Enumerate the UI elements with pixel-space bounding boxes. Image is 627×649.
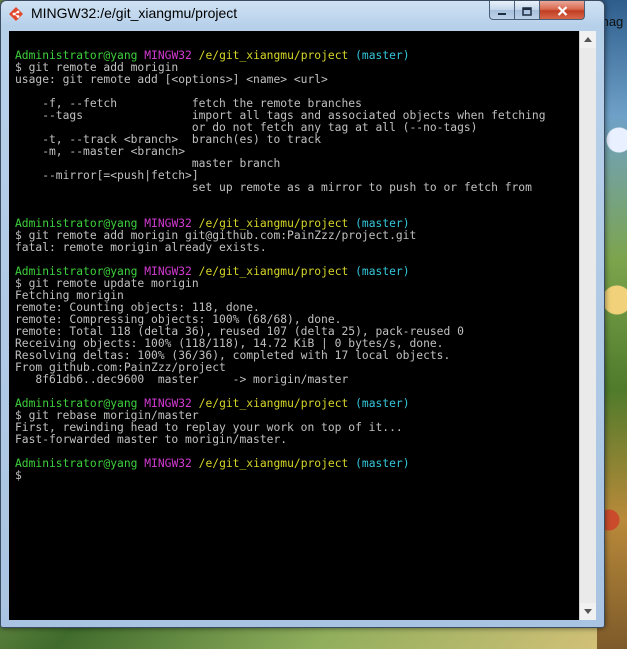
prompt-path: /e/git_xiangmu/project: [198, 49, 349, 62]
terminal-output[interactable]: Administrator@yang MINGW32 /e/git_xiangm…: [9, 31, 579, 620]
window-title: MINGW32:/e/git_xiangmu/project: [31, 5, 238, 21]
terminal-lines: Administrator@yang MINGW32 /e/git_xiangm…: [15, 38, 546, 482]
terminal-output-line: Fast-forwarded master to morigin/master.: [15, 433, 288, 446]
terminal-output-line: fatal: remote morigin already exists.: [15, 241, 267, 254]
minimize-icon: [497, 1, 507, 20]
minimize-button[interactable]: [489, 1, 515, 20]
scroll-up-button[interactable]: [580, 31, 596, 48]
terminal-prompt-line: Administrator@yang MINGW32 /e/git_xiangm…: [15, 458, 546, 470]
prompt-branch: (master): [355, 265, 410, 278]
maximize-icon: [522, 1, 532, 20]
chevron-up-icon: [584, 35, 592, 44]
prompt-path: /e/git_xiangmu/project: [198, 397, 349, 410]
terminal-output-line: usage: git remote add [<options>] <name>…: [15, 73, 328, 86]
window-controls: [489, 1, 585, 21]
prompt-branch: (master): [355, 457, 410, 470]
close-icon: [557, 1, 568, 20]
close-button[interactable]: [540, 1, 585, 20]
maximize-button[interactable]: [515, 1, 540, 20]
prompt-system: MINGW32: [144, 457, 192, 470]
terminal-output-line: set up remote as a mirror to push to or …: [15, 181, 532, 194]
git-bash-icon: [8, 6, 24, 22]
prompt-branch: (master): [355, 397, 410, 410]
prompt-user: Administrator@yang: [15, 457, 138, 470]
scroll-down-button[interactable]: [580, 603, 596, 620]
terminal-output-line: $: [15, 469, 22, 482]
prompt-path: /e/git_xiangmu/project: [198, 265, 349, 278]
vertical-scrollbar[interactable]: [579, 31, 596, 620]
prompt-path: /e/git_xiangmu/project: [198, 457, 349, 470]
terminal-window: MINGW32:/e/git_xiangmu/project Administr…: [0, 0, 605, 628]
prompt-branch: (master): [355, 49, 410, 62]
terminal-output-line: 8f61db6..dec9600 master -> morigin/maste…: [15, 373, 349, 386]
title-bar[interactable]: MINGW32:/e/git_xiangmu/project: [1, 1, 604, 27]
chevron-down-icon: [584, 607, 592, 616]
